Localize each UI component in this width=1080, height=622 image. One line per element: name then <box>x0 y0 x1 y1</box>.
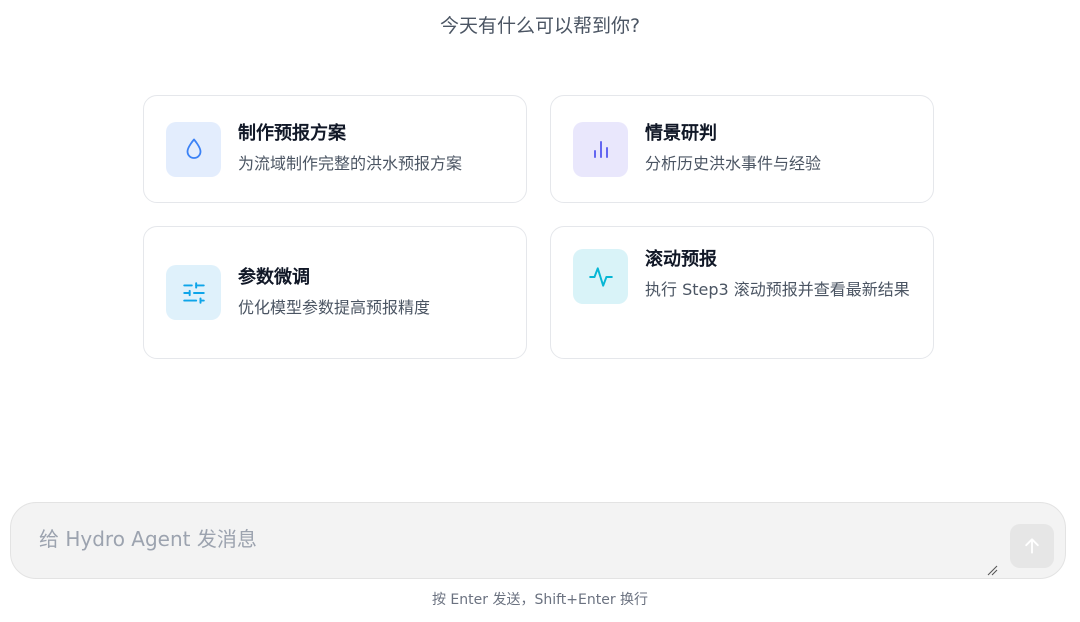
card-title: 制作预报方案 <box>238 123 346 144</box>
message-composer <box>10 502 1066 579</box>
card-make-forecast-scheme[interactable]: 制作预报方案 为流域制作完整的洪水预报方案 <box>143 95 527 203</box>
card-description: 执行 Step3 滚动预报并查看最新结果 <box>645 280 910 299</box>
card-icon-box <box>573 249 628 304</box>
card-text: 滚动预报 执行 Step3 滚动预报并查看最新结果 <box>645 247 911 303</box>
card-icon-box <box>166 265 221 320</box>
card-description: 为流域制作完整的洪水预报方案 <box>238 154 463 173</box>
card-title: 情景研判 <box>645 123 717 144</box>
bar-chart-icon <box>593 141 608 158</box>
card-scenario-analysis[interactable]: 情景研判 分析历史洪水事件与经验 <box>550 95 934 203</box>
card-icon-box <box>166 121 221 177</box>
card-title: 参数微调 <box>238 266 310 288</box>
water-drop-icon <box>186 138 201 159</box>
send-button[interactable] <box>1010 524 1054 568</box>
card-description: 分析历史洪水事件与经验 <box>645 154 822 173</box>
card-text: 情景研判 分析历史洪水事件与经验 <box>645 121 911 177</box>
card-description: 优化模型参数提高预报精度 <box>238 297 431 317</box>
chat-home: 今天有什么可以帮到你? 制作预报方案 为流域制作完整的洪水预报方案 情景研判 分… <box>0 0 1080 622</box>
suggestion-cards: 制作预报方案 为流域制作完整的洪水预报方案 情景研判 分析历史洪水事件与经验 参… <box>143 95 934 359</box>
resize-handle-icon[interactable] <box>986 564 998 576</box>
card-title: 滚动预报 <box>645 249 717 270</box>
message-input[interactable] <box>39 519 939 569</box>
sliders-icon <box>182 281 205 304</box>
keyboard-hint: 按 Enter 发送，Shift+Enter 换行 <box>431 592 649 608</box>
card-icon-box <box>573 121 628 177</box>
card-parameter-tuning[interactable]: 参数微调 优化模型参数提高预报精度 <box>143 226 527 359</box>
greeting-text: 今天有什么可以帮到你? <box>439 15 641 37</box>
card-text: 参数微调 优化模型参数提高预报精度 <box>238 265 504 321</box>
card-rolling-forecast[interactable]: 滚动预报 执行 Step3 滚动预报并查看最新结果 <box>550 226 934 359</box>
arrow-up-icon <box>1025 538 1039 554</box>
card-text: 制作预报方案 为流域制作完整的洪水预报方案 <box>238 121 504 177</box>
activity-pulse-icon <box>588 266 613 287</box>
